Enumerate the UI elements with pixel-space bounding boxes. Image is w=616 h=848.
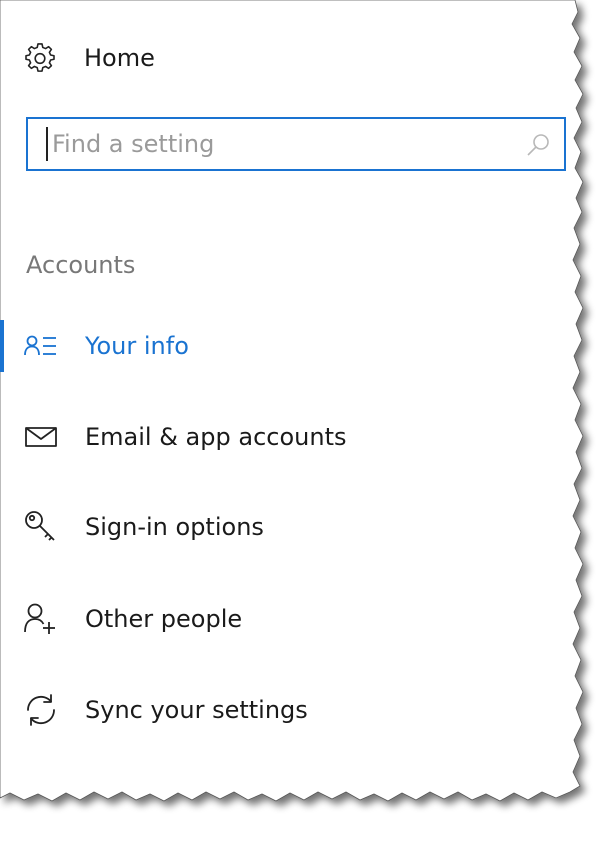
nav-item-label: Your info bbox=[85, 332, 189, 360]
key-icon bbox=[22, 508, 60, 546]
nav-item-label: Other people bbox=[85, 605, 243, 633]
nav-item-your-info[interactable]: Your info bbox=[0, 318, 560, 374]
nav-item-sign-in-options[interactable]: Sign-in options bbox=[0, 499, 560, 555]
search-icon[interactable] bbox=[524, 131, 552, 159]
home-label: Home bbox=[84, 44, 155, 72]
nav-item-other-people[interactable]: Other people bbox=[0, 591, 560, 647]
gear-icon bbox=[24, 42, 56, 74]
nav-item-email-app-accounts[interactable]: Email & app accounts bbox=[0, 409, 560, 465]
mail-icon bbox=[22, 418, 60, 456]
nav-item-label: Sign-in options bbox=[85, 513, 264, 541]
search-box bbox=[26, 117, 566, 171]
person-add-icon bbox=[22, 600, 60, 638]
home-nav-item[interactable]: Home bbox=[24, 38, 155, 78]
sync-icon bbox=[22, 691, 60, 729]
selection-indicator bbox=[0, 320, 4, 372]
search-input[interactable] bbox=[46, 127, 512, 161]
nav-item-sync-your-settings[interactable]: Sync your settings bbox=[0, 682, 560, 738]
nav-item-label: Sync your settings bbox=[85, 696, 308, 724]
settings-nav-panel: Home Accounts bbox=[0, 0, 575, 790]
nav-item-label: Email & app accounts bbox=[85, 423, 347, 451]
your-info-icon bbox=[22, 327, 60, 365]
section-heading-accounts: Accounts bbox=[26, 251, 136, 279]
